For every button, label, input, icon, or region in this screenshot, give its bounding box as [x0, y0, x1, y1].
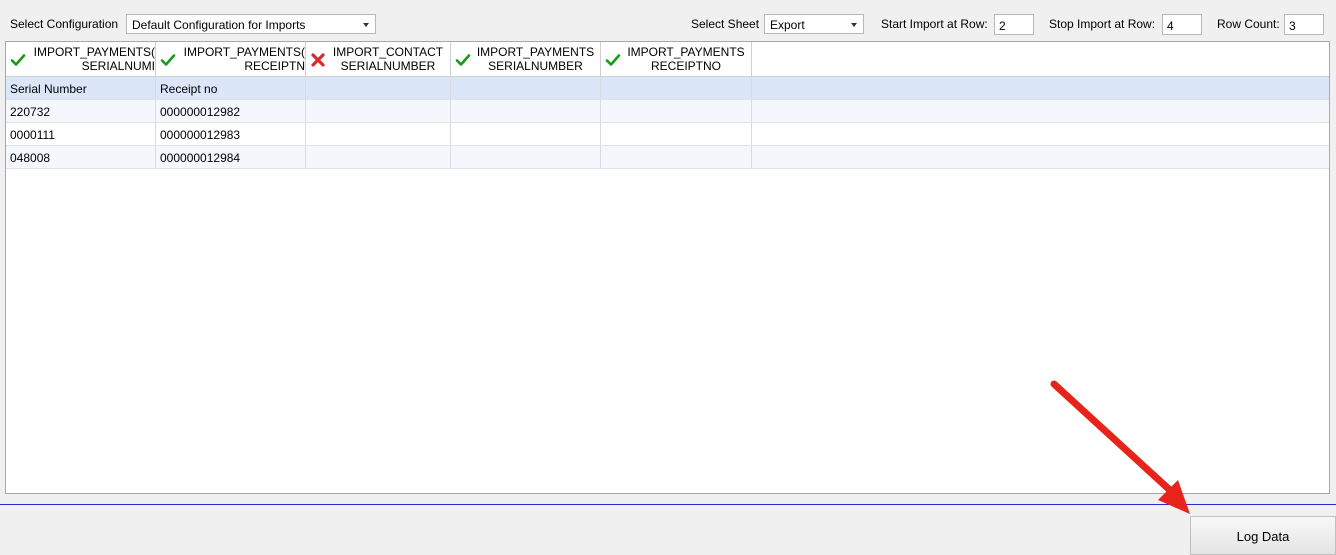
column-header-line2: SERIALNUMBER	[340, 59, 436, 73]
table-cell[interactable]: 0000111	[6, 123, 156, 145]
table-cell[interactable]	[306, 146, 451, 168]
table-cell[interactable]: 220732	[6, 100, 156, 122]
cross-icon	[311, 53, 325, 67]
column-header-line1: IMPORT_PAYMENTS(	[183, 45, 305, 59]
table-cell[interactable]	[601, 77, 752, 99]
stop-row-label: Stop Import at Row:	[1049, 17, 1156, 31]
table-row[interactable]: Serial Number Receipt no	[6, 77, 1329, 100]
table-row[interactable]: 220732 000000012982	[6, 100, 1329, 123]
check-icon	[455, 54, 471, 66]
grid-header: IMPORT_PAYMENTS(SERIALNUMI IMPORT_PAYMEN…	[6, 42, 1329, 77]
table-cell[interactable]: 000000012982	[156, 100, 306, 122]
column-header-line1: IMPORT_CONTACT	[332, 45, 444, 59]
row-count-input[interactable]: 3	[1284, 14, 1324, 35]
table-cell[interactable]	[306, 100, 451, 122]
stop-row-input[interactable]: 4	[1162, 14, 1202, 35]
table-cell[interactable]	[451, 123, 601, 145]
sheet-value: Export	[770, 18, 805, 32]
chevron-down-icon	[363, 23, 369, 27]
table-cell[interactable]: Serial Number	[6, 77, 156, 99]
column-header-line1: IMPORT_PAYMENTS	[476, 45, 595, 59]
check-icon	[10, 54, 26, 66]
table-cell[interactable]: 048008	[6, 146, 156, 168]
column-header-line2: SERIALNUMBER	[488, 59, 583, 73]
sheet-dropdown[interactable]: Export	[764, 14, 864, 34]
select-configuration-label: Select Configuration	[10, 17, 119, 31]
select-sheet-label: Select Sheet	[691, 17, 760, 31]
table-cell[interactable]: 000000012983	[156, 123, 306, 145]
table-cell[interactable]	[601, 100, 752, 122]
configuration-dropdown[interactable]: Default Configuration for Imports	[126, 14, 376, 34]
table-cell[interactable]	[601, 123, 752, 145]
check-icon	[160, 54, 176, 66]
column-header[interactable]: IMPORT_PAYMENTS RECEIPTNO	[601, 42, 752, 76]
column-header-line1: IMPORT_PAYMENTS(	[33, 45, 155, 59]
column-header-line2: SERIALNUMI	[81, 59, 155, 73]
table-cell[interactable]	[451, 100, 601, 122]
start-row-input[interactable]: 2	[994, 14, 1034, 35]
chevron-down-icon	[851, 23, 857, 27]
column-header-line1: IMPORT_PAYMENTS	[627, 45, 745, 59]
row-count-label: Row Count:	[1217, 17, 1280, 31]
column-header-line2: RECEIPTNO	[650, 59, 721, 73]
table-cell[interactable]	[306, 123, 451, 145]
column-header-line2: RECEIPTN	[244, 59, 305, 73]
table-cell[interactable]: 000000012984	[156, 146, 306, 168]
table-cell[interactable]	[306, 77, 451, 99]
column-header[interactable]: IMPORT_PAYMENTS(SERIALNUMI	[6, 42, 156, 76]
start-row-label: Start Import at Row:	[881, 17, 988, 31]
table-row[interactable]: 048008 000000012984	[6, 146, 1329, 169]
table-cell[interactable]: Receipt no	[156, 77, 306, 99]
check-icon	[605, 54, 621, 66]
red-arrow-annotation	[1050, 380, 1190, 514]
column-header[interactable]: IMPORT_PAYMENTS SERIALNUMBER	[451, 42, 601, 76]
configuration-value: Default Configuration for Imports	[132, 18, 306, 32]
table-row[interactable]: 0000111 000000012983	[6, 123, 1329, 146]
table-cell[interactable]	[451, 77, 601, 99]
column-header[interactable]: IMPORT_CONTACT SERIALNUMBER	[306, 42, 451, 76]
toolbar: Select Configuration Default Configurati…	[0, 0, 1336, 40]
table-cell[interactable]	[451, 146, 601, 168]
table-cell[interactable]	[601, 146, 752, 168]
column-header[interactable]: IMPORT_PAYMENTS(RECEIPTN	[156, 42, 306, 76]
